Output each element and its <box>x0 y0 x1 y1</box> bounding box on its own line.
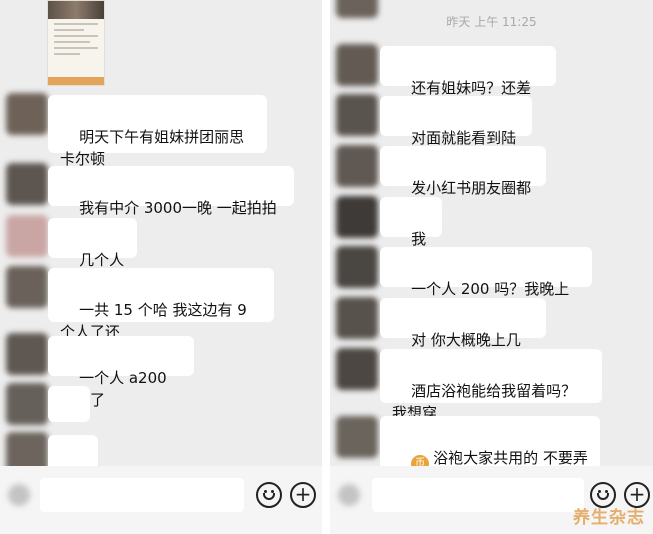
avatar[interactable] <box>336 94 378 136</box>
message-bubble[interactable]: 一个人 200 吗？我晚上可以去 <box>380 247 592 320</box>
right-chat-panel: 昨天 上午 11:25 还有姐妹吗？还差两个人 对面就能看到陆家嘴 发小红书朋友… <box>330 0 653 534</box>
voice-button[interactable] <box>8 484 30 506</box>
avatar[interactable] <box>336 416 378 458</box>
timestamp: 昨天 上午 11:25 <box>446 15 537 29</box>
smile-icon[interactable] <box>256 482 282 508</box>
message-bubble[interactable]: 几个人呀? <box>48 218 137 291</box>
avatar[interactable] <box>336 145 378 187</box>
image-footer <box>48 77 104 85</box>
voice-button[interactable] <box>338 484 360 506</box>
message-bubble[interactable]: 还有姐妹吗？还差两个人 <box>380 46 556 119</box>
avatar[interactable] <box>336 348 378 390</box>
avatar[interactable] <box>6 163 48 205</box>
message-bubble[interactable]: 对面就能看到陆家嘴 <box>380 96 532 169</box>
message-bubble[interactable]: 一个人 a200 就够了 <box>48 336 194 409</box>
smile-mouth <box>263 493 275 500</box>
message-bubble[interactable]: 酒店浴袍能给我留着吗？我想穿 着浴袍拍 <box>380 349 602 444</box>
plus-icon[interactable]: + <box>290 482 316 508</box>
message-bubble[interactable]: 对 你大概晚上几点来? <box>380 298 546 371</box>
avatar[interactable] <box>6 383 48 425</box>
message-bubble[interactable]: 一共 15 个哈 我这边有 9 个人了还 差6个人 <box>48 268 274 363</box>
image-text-line <box>54 53 80 55</box>
message-bubble[interactable]: 币浴袍大家共用的 不要弄湿影 响下一个人拍就行了 <box>380 416 600 515</box>
image-text-line <box>54 23 98 25</box>
message-bubble[interactable]: 发小红书朋友圈都很美 <box>380 146 546 219</box>
avatar[interactable] <box>6 333 48 375</box>
smile-mouth <box>597 493 609 500</box>
image-text-line <box>54 35 98 37</box>
message-bubble[interactable]: 我来了 <box>380 197 442 270</box>
avatar[interactable] <box>6 215 48 257</box>
message-input[interactable] <box>40 478 244 512</box>
message-input[interactable] <box>372 478 584 512</box>
plus-glyph: + <box>294 482 312 506</box>
hotel-photo <box>48 1 104 19</box>
shared-image-message[interactable] <box>47 0 105 86</box>
image-text-line <box>54 29 84 31</box>
avatar[interactable] <box>6 266 48 308</box>
left-chat-panel: 明天下午有姐妹拼团丽思卡尔顿 吗？ 我有中介 3000一晚 一起拍拍拍 几个人呀… <box>0 0 322 534</box>
avatar[interactable] <box>336 246 378 288</box>
avatar[interactable] <box>336 196 378 238</box>
image-text-line <box>54 47 98 49</box>
watermark: 养生杂志 <box>573 508 645 528</box>
avatar[interactable] <box>6 93 48 135</box>
image-text-line <box>54 41 90 43</box>
message-bubble[interactable]: 明天下午有姐妹拼团丽思卡尔顿 吗？ <box>48 95 267 190</box>
message-bubble[interactable] <box>48 386 90 459</box>
message-bubble[interactable]: 我有中介 3000一晚 一起拍拍拍 <box>48 166 294 239</box>
avatar[interactable] <box>336 297 378 339</box>
avatar[interactable] <box>336 44 378 86</box>
input-bar: + <box>0 466 322 534</box>
